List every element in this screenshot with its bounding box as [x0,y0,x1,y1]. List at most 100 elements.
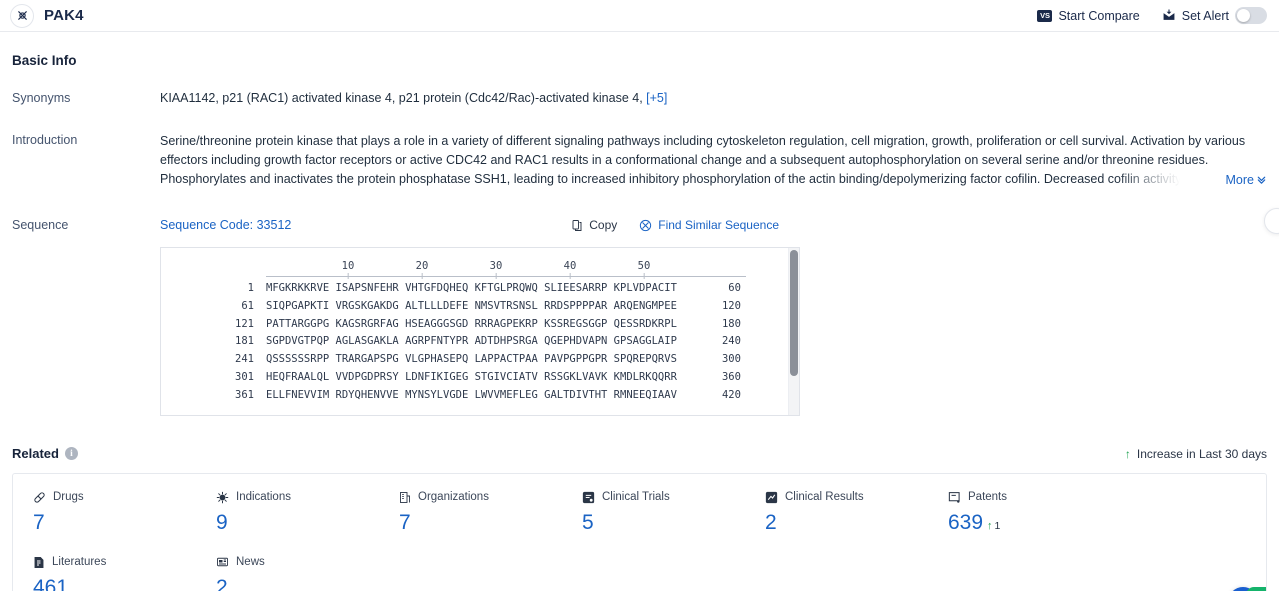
versus-icon: VS [1037,9,1053,22]
info-icon[interactable]: i [64,447,78,460]
sequence-line-end: 360 [721,370,741,383]
stat-label: Patents [968,491,1007,503]
set-alert-toggle[interactable] [1235,7,1267,24]
sequence-viewer[interactable]: 10 20 30 40 50 1 MFGKRKKRVE ISAPSNFEHR VH… [160,247,800,416]
sequence-line-end: 240 [721,335,741,348]
stat-value: 2 [216,576,228,591]
target-icon [10,3,34,28]
stat-header: Indications [216,490,379,504]
stat-label: Organizations [418,491,489,503]
ruler-tick: 40 [563,260,577,279]
ruler-tick: 20 [415,260,429,279]
sequence-line-residues: ELLFNEVVIM RDYQHENVVE MYNSYLVGDE LWVVMEF… [266,388,677,401]
stat-label: News [236,556,265,568]
sequence-code-link[interactable]: Sequence Code: 33512 [160,218,291,232]
sequence-line-start: 181 [235,335,254,348]
ruler-tick: 10 [341,260,355,279]
arrow-up-icon: ↑ [1124,446,1131,461]
stat-clinical-results[interactable]: Clinical Results 2 [745,490,928,535]
sequence-line: 181 SGPDVGTPQP AGLASGAKLA AGRPFNTYPR ADTD… [161,335,788,353]
introduction-label: Introduction [12,133,78,147]
stat-delta: ↑ 1 [987,520,1000,532]
stat-clinical-trials[interactable]: Clinical Trials 5 [562,490,745,535]
stat-value: 461 [33,576,69,591]
introduction-value: Serine/threonine protein kinase that pla… [160,132,1267,189]
stat-header: Drugs [33,490,196,504]
start-compare-button[interactable]: VS Start Compare [1037,8,1140,23]
news-icon [216,556,229,568]
stat-delta-value: 1 [994,520,1001,532]
top-bar-actions: VS Start Compare Set Alert [1037,7,1267,24]
synonyms-label: Synonyms [12,91,71,105]
building-icon [399,491,411,504]
find-similar-sequence-button[interactable]: Find Similar Sequence [639,218,779,232]
sequence-tools: Copy Find Similar Sequence [571,218,1267,232]
sequence-scrollbar-thumb[interactable] [790,250,798,376]
stat-news[interactable]: News 2 [196,555,379,591]
sequence-line: 241 QSSSSSSRPP TRARGAPSPG VLGPHASEPQ LAPP… [161,353,788,371]
sequence-line-end: 120 [721,299,741,312]
stat-patents[interactable]: Patents 639 ↑ 1 [928,490,1111,535]
sequence-line-end: 300 [721,353,741,366]
stat-value: 7 [399,511,411,534]
sequence-lines: 1 MFGKRKKRVE ISAPSNFEHR VHTGFDQHEQ KFTGLP… [161,282,788,407]
introduction-row: Introduction Serine/threonine protein ki… [12,132,1267,189]
alert-bell-icon [1162,9,1176,22]
sequence-line-residues: QSSSSSSRPP TRARGAPSPG VLGPHASEPQ LAPPACT… [266,353,677,366]
stat-literatures[interactable]: Literatures 461 [13,555,196,591]
basic-info-heading: Basic Info [12,53,77,68]
sequence-line: 301 HEQFRAALQL VVDPGDPRSY LDNFIKIGEG STGI… [161,371,788,389]
stat-value: 9 [216,511,228,534]
sequence-line-residues: MFGKRKKRVE ISAPSNFEHR VHTGFDQHEQ KFTGLPR… [266,282,677,294]
stat-value: 2 [765,511,777,534]
sequence-line-residues: HEQFRAALQL VVDPGDPRSY LDNFIKIGEG STGIVCI… [266,370,677,383]
stat-header: Clinical Results [765,490,928,504]
sequence-line-residues: SIQPGAPKTI VRGSKGAKDG ALTLLLDEFE NMSVTRS… [266,299,677,312]
find-similar-label: Find Similar Sequence [658,218,779,232]
synonyms-text: KIAA1142, p21 (RAC1) activated kinase 4,… [160,91,643,105]
virus-icon [216,491,229,504]
stat-value: 5 [582,511,594,534]
stat-label: Clinical Results [785,491,864,503]
stat-label: Indications [236,491,291,503]
ruler-tick: 50 [637,260,651,279]
stat-header: Organizations [399,490,562,504]
sequence-line-start: 1 [247,282,254,294]
clinical-trial-icon [582,491,595,504]
stat-drugs[interactable]: Drugs 7 [13,490,196,535]
sequence-content: 10 20 30 40 50 1 MFGKRKKRVE ISAPSNFEHR VH… [161,248,788,415]
sequence-line-start: 121 [235,317,254,330]
introduction-more-button[interactable]: More [1226,173,1267,187]
stat-organizations[interactable]: Organizations 7 [379,490,562,535]
synonyms-value: KIAA1142, p21 (RAC1) activated kinase 4,… [160,90,1267,106]
related-stats-grid: Drugs 7 Indications 9 Organizations 7 Clinical… [13,490,1266,591]
main-content: Basic Info Synonyms KIAA1142, p21 (RAC1)… [0,53,1279,591]
set-alert-control[interactable]: Set Alert [1162,7,1267,24]
sequence-label: Sequence [12,218,69,232]
sequence-line: 61 SIQPGAPKTI VRGSKGAKDG ALTLLLDEFE NMSVT… [161,300,788,318]
clinical-result-icon [765,491,778,504]
increase-note-label: Increase in Last 30 days [1136,446,1267,461]
sequence-header: Sequence Code: 33512 Copy Find Similar S… [160,217,1267,233]
pill-icon [33,491,46,504]
sequence-scrollbar[interactable] [788,248,799,415]
introduction-more-label: More [1225,172,1254,187]
copy-icon [571,219,583,232]
sequence-line-end: 420 [721,388,741,401]
copy-label: Copy [589,218,618,232]
related-header: Related i ↑ Increase in Last 30 days [12,446,1267,461]
stat-label: Drugs [53,491,84,503]
synonyms-more-link[interactable]: [+5] [646,91,667,105]
copy-sequence-button[interactable]: Copy [571,218,617,232]
sequence-ruler-line [266,276,746,277]
literature-icon [33,556,45,569]
start-compare-label: Start Compare [1058,8,1140,23]
sequence-line: 121 PATTARGGPG KAGSRGRFAG HSEAGGGSGD RRRA… [161,318,788,336]
set-alert-label: Set Alert [1181,8,1229,23]
synonyms-row: Synonyms KIAA1142, p21 (RAC1) activated … [12,90,1267,106]
sequence-line-start: 61 [241,299,254,312]
stat-indications[interactable]: Indications 9 [196,490,379,535]
chat-support-button[interactable] [1246,587,1266,591]
stat-value: 639 ↑ 1 [948,511,1001,534]
chevron-double-down-icon [1256,174,1267,185]
